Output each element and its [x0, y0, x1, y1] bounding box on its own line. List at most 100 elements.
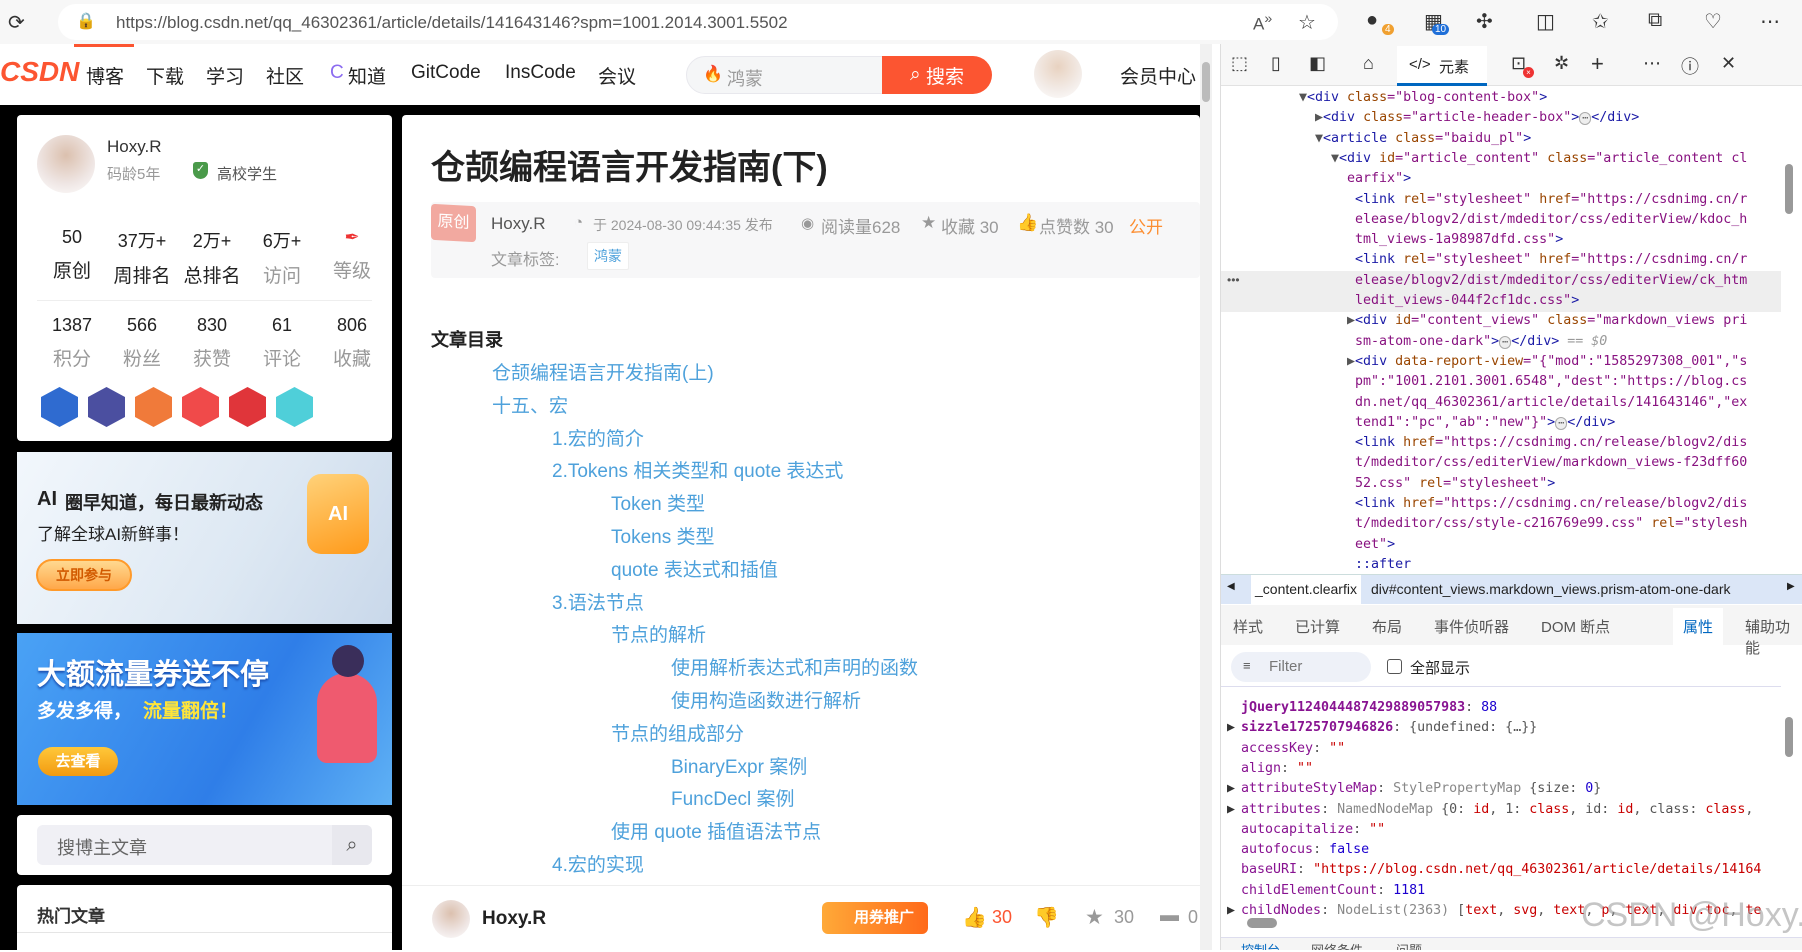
show-all-checkbox[interactable]: [1387, 659, 1402, 674]
traffic-banner[interactable]: 大额流量券送不停 多发多得， 流量翻倍！ 去查看: [17, 633, 392, 805]
toc-item[interactable]: Tokens 类型: [611, 522, 714, 549]
toc-item[interactable]: 3.语法节点: [552, 588, 644, 615]
view-button[interactable]: 去查看: [38, 747, 118, 776]
toc-item[interactable]: 十五、宏: [492, 391, 568, 418]
sidebar-tab[interactable]: 布局: [1372, 616, 1402, 637]
sidebar-tab[interactable]: 属性: [1673, 608, 1724, 645]
nav-zhidao[interactable]: 知道: [348, 62, 386, 89]
dom-node-line[interactable]: ▼<div class="blog-content-box">: [1299, 88, 1781, 108]
scrollbar-thumb[interactable]: [1785, 164, 1793, 214]
add-tab-icon[interactable]: +: [1591, 51, 1604, 77]
breadcrumb-item[interactable]: _content.clearfix: [1251, 575, 1361, 605]
welcome-home-icon[interactable]: ⌂: [1363, 53, 1374, 74]
split-screen-icon[interactable]: ◫: [1536, 9, 1555, 34]
scrollbar-thumb[interactable]: [1785, 717, 1793, 757]
dom-node-line[interactable]: earfix">: [1299, 169, 1781, 189]
achievement-badge[interactable]: [229, 387, 266, 427]
author-avatar[interactable]: [432, 900, 470, 938]
property-row[interactable]: ▶ attributes: NamedNodeMap {0: id, 1: cla…: [1227, 800, 1781, 820]
dom-node-line[interactable]: t/mdeditor/css/style-c216769e99.css" rel…: [1299, 514, 1781, 534]
stat-level[interactable]: ✒ 等级: [317, 227, 387, 288]
property-row[interactable]: ▶ attributeStyleMap: StylePropertyMap {si…: [1227, 779, 1781, 799]
dom-node-line[interactable]: ledit_views-044f2cf1dc.css">: [1299, 291, 1781, 311]
coupon-promote-button[interactable]: 用券推广: [822, 902, 928, 934]
dom-node-line[interactable]: pm":"1001.2101.3001.6548","dest":"https:…: [1299, 372, 1781, 392]
extensions-puzzle-icon[interactable]: ✣: [1476, 9, 1493, 34]
dom-node-line[interactable]: ▶<div id="content_views" class="markdown…: [1299, 311, 1781, 331]
achievement-badge[interactable]: [276, 387, 313, 427]
property-row[interactable]: jQuery112404448742988905798​3: 88: [1227, 698, 1781, 718]
inspect-icon[interactable]: ⬚: [1231, 53, 1248, 74]
toc-item[interactable]: quote 表达式和插值: [611, 555, 778, 582]
url-text[interactable]: https://blog.csdn.net/qq_46302361/articl…: [116, 13, 788, 33]
more-icon[interactable]: ⋯: [1643, 53, 1661, 74]
toc-item[interactable]: 节点的解析: [611, 620, 706, 647]
toc-item[interactable]: 使用 quote 插值语法节点: [611, 817, 821, 844]
dom-node-line[interactable]: eet">: [1299, 535, 1781, 555]
dislike-icon[interactable]: 👎: [1034, 905, 1059, 930]
dom-node-line[interactable]: elease/blogv2/dist/mdeditor/css/editerVi…: [1299, 271, 1781, 291]
stat-week-rank[interactable]: 37万+ 周排名: [107, 227, 177, 288]
toc-item[interactable]: 节点的组成部分: [611, 719, 744, 746]
nav-blog[interactable]: 博客: [86, 62, 124, 89]
filter-input[interactable]: ≡ Filter: [1231, 652, 1371, 682]
sidebar-tab[interactable]: 样式: [1233, 616, 1263, 637]
author-link[interactable]: Hoxy.R: [491, 214, 545, 234]
nav-gitcode[interactable]: GitCode: [411, 62, 481, 84]
toc-item[interactable]: 使用构造函数进行解析: [671, 686, 861, 713]
achievement-badge[interactable]: [135, 387, 172, 427]
toc-item[interactable]: 1.宏的简介: [552, 424, 644, 451]
nav-download[interactable]: 下载: [146, 62, 184, 89]
scroll-left-icon[interactable]: ◀: [1227, 581, 1235, 592]
dom-tree-scrollbar[interactable]: [1783, 94, 1795, 564]
achievement-badge[interactable]: [182, 387, 219, 427]
read-aloud-icon[interactable]: A»: [1253, 11, 1272, 35]
dom-node-line[interactable]: <link href="https://csdnimg.cn/release/b…: [1299, 433, 1781, 453]
device-emulation-icon[interactable]: ▯: [1271, 53, 1281, 74]
toc-item[interactable]: 2.Tokens 相关类型和 quote 表达式: [552, 456, 843, 483]
bug-icon[interactable]: ✲: [1554, 53, 1569, 74]
dom-node-line[interactable]: elease/blogv2/dist/mdeditor/css/editerVi…: [1299, 210, 1781, 230]
dom-node-line[interactable]: ▶<div class="article-header-box"> ⋯ </div>: [1299, 108, 1781, 129]
achievement-badge[interactable]: [41, 387, 78, 427]
nav-learn[interactable]: 学习: [206, 62, 244, 89]
achievement-badge[interactable]: [88, 387, 125, 427]
ai-banner[interactable]: AI AI 圈早知道，每日最新动态 了解全球AI新鲜事！ 立即参与: [17, 452, 392, 624]
blog-search-input[interactable]: 搜博主文章 ⌕: [37, 825, 372, 865]
like-icon[interactable]: 👍: [962, 905, 987, 930]
extension-icon[interactable]: ●: [1366, 9, 1378, 32]
dom-node-line[interactable]: dn.net/qq_46302361/article/details/14164…: [1299, 393, 1781, 413]
property-row[interactable]: ▶ sizzle1725707946826: {undefined: {…}}: [1227, 718, 1781, 738]
dom-node-line[interactable]: 52.css" rel="stylesheet">: [1299, 474, 1781, 494]
dom-node-line[interactable]: ▼<article class="baidu_pl">: [1299, 129, 1781, 149]
dom-node-line[interactable]: sm-atom-one-dark"> ⋯ </div> == $0: [1299, 332, 1781, 353]
article-tag[interactable]: 鸿蒙: [587, 242, 629, 270]
property-row[interactable]: accessKey: "": [1227, 739, 1781, 759]
csdn-logo[interactable]: CSDN: [0, 56, 79, 88]
lock-icon[interactable]: 🔒: [76, 11, 96, 31]
favorite-icon[interactable]: ★: [1085, 905, 1104, 930]
toc-item[interactable]: 仓颉编程语言开发指南(上): [492, 358, 714, 385]
collections-icon[interactable]: ⧉: [1648, 9, 1662, 32]
comment-icon[interactable]: ▬: [1160, 905, 1179, 927]
tab-elements[interactable]: </> 元素: [1397, 46, 1487, 86]
more-icon[interactable]: ⋯: [1760, 9, 1780, 34]
dom-node-line[interactable]: ::after: [1299, 555, 1781, 568]
nav-meeting[interactable]: 会议: [598, 62, 636, 89]
stat-total-rank[interactable]: 2万+ 总排名: [177, 227, 247, 288]
author-avatar[interactable]: [37, 135, 95, 193]
search-button[interactable]: ⌕ 搜索: [882, 56, 992, 94]
user-avatar[interactable]: [1034, 50, 1082, 98]
dom-node-line[interactable]: ▶<div data-report-view="{"mod":"15852973…: [1299, 352, 1781, 372]
address-bar[interactable]: 🔒 https://blog.csdn.net/qq_46302361/arti…: [58, 4, 1338, 40]
scroll-right-icon[interactable]: ▶: [1787, 581, 1795, 592]
dom-node-line[interactable]: ▼<div id="article_content" class="articl…: [1299, 149, 1781, 169]
dom-node-line[interactable]: <link rel="stylesheet" href="https://csd…: [1299, 250, 1781, 270]
drawer-tab-issues[interactable]: 问题: [1396, 940, 1422, 950]
favorite-star-icon[interactable]: ☆: [1298, 10, 1316, 35]
toc-item[interactable]: 4.宏的实现: [552, 850, 644, 877]
author-name[interactable]: Hoxy.R: [107, 137, 161, 157]
toc-item[interactable]: Token 类型: [611, 489, 705, 516]
dom-node-line[interactable]: tml_views-1a98987dfd.css">: [1299, 230, 1781, 250]
dom-node-line[interactable]: <link rel="stylesheet" href="https://csd…: [1299, 190, 1781, 210]
